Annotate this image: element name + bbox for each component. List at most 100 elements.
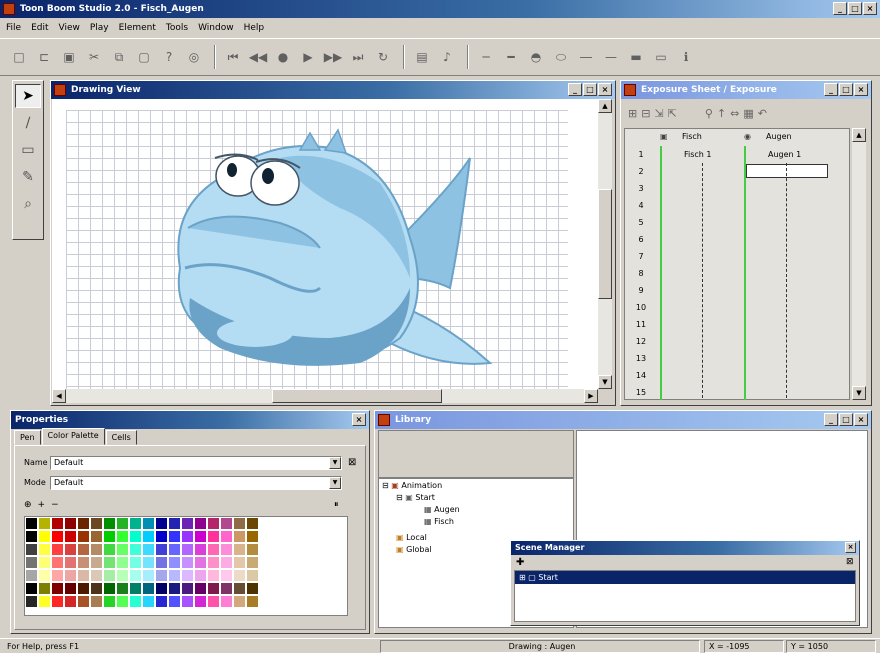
color-swatch[interactable]	[91, 596, 102, 607]
color-swatch[interactable]	[130, 544, 141, 555]
selected-cell[interactable]	[746, 164, 828, 178]
color-swatch[interactable]	[169, 544, 180, 555]
color-swatch[interactable]	[26, 518, 37, 529]
menu-window[interactable]: Window	[198, 23, 234, 33]
drawing-vertical-scrollbar[interactable]: ▲ ▼	[598, 99, 612, 389]
color-swatch[interactable]	[195, 596, 206, 607]
color-swatch[interactable]	[247, 518, 258, 529]
color-swatch[interactable]	[195, 570, 206, 581]
color-swatch[interactable]	[182, 596, 193, 607]
drawing-close-button[interactable]: ×	[598, 83, 612, 96]
add-column-icon[interactable]: ⊞	[628, 107, 637, 120]
previous-frame-icon[interactable]: ◀◀	[247, 46, 269, 68]
play-icon[interactable]: ▶	[297, 46, 319, 68]
loop-icon[interactable]: ↻	[372, 46, 394, 68]
color-swatch[interactable]	[130, 531, 141, 542]
color-swatch[interactable]	[104, 557, 115, 568]
color-swatch[interactable]	[91, 583, 102, 594]
palette-name-field[interactable]: Default ▼	[50, 456, 342, 470]
copy-icon[interactable]: ⧉	[108, 46, 130, 68]
color-swatch[interactable]	[52, 570, 63, 581]
xsheet-close-button[interactable]: ×	[854, 83, 868, 96]
color-swatch[interactable]	[221, 583, 232, 594]
menu-tools[interactable]: Tools	[166, 23, 188, 33]
color-swatch[interactable]	[78, 531, 89, 542]
drawing-minimize-button[interactable]: _	[568, 83, 582, 96]
bar-icon[interactable]: ▬	[625, 46, 647, 68]
color-swatch[interactable]	[117, 583, 128, 594]
zoom-tool-icon[interactable]: ⌕	[15, 192, 41, 216]
color-swatch[interactable]	[208, 531, 219, 542]
color-swatch[interactable]	[52, 544, 63, 555]
render-icon[interactable]: ▤	[411, 46, 433, 68]
scroll-thumb[interactable]	[272, 389, 442, 403]
color-swatch[interactable]	[39, 570, 50, 581]
menu-element[interactable]: Element	[119, 23, 156, 33]
color-swatch[interactable]	[65, 570, 76, 581]
stroke-icon[interactable]: —	[600, 46, 622, 68]
color-swatch[interactable]	[65, 531, 76, 542]
color-swatch[interactable]	[78, 518, 89, 529]
color-swatch[interactable]	[78, 596, 89, 607]
new-icon[interactable]: □	[8, 46, 30, 68]
help-icon[interactable]: ?	[158, 46, 180, 68]
add-color-icon[interactable]: +	[38, 500, 46, 510]
color-swatch[interactable]	[143, 596, 154, 607]
sound-icon[interactable]: ♪	[436, 46, 458, 68]
undo-icon[interactable]: ↶	[758, 107, 767, 120]
color-swatch[interactable]	[65, 518, 76, 529]
tree-item-local[interactable]: ▣ Local	[396, 533, 427, 542]
menu-file[interactable]: File	[6, 23, 21, 33]
color-swatch[interactable]	[104, 596, 115, 607]
scroll-down-arrow[interactable]: ▼	[852, 386, 866, 400]
rect-icon[interactable]: ▭	[650, 46, 672, 68]
color-swatch[interactable]	[143, 557, 154, 568]
color-swatch[interactable]	[182, 544, 193, 555]
color-swatch[interactable]	[91, 570, 102, 581]
library-close-button[interactable]: ×	[854, 413, 868, 426]
last-frame-icon[interactable]: ⏭	[347, 46, 369, 68]
color-swatch[interactable]	[91, 518, 102, 529]
drawing-horizontal-scrollbar[interactable]: ◀ ▶	[52, 389, 598, 403]
color-swatch[interactable]	[78, 570, 89, 581]
grid-icon[interactable]: ▦	[743, 107, 753, 120]
scroll-down-arrow[interactable]: ▼	[598, 375, 612, 389]
remove-color-icon[interactable]: −	[51, 500, 59, 510]
color-swatch[interactable]	[117, 518, 128, 529]
color-swatch[interactable]	[65, 583, 76, 594]
preview-icon[interactable]: ◎	[183, 46, 205, 68]
chevron-down-icon[interactable]: ▼	[329, 477, 341, 489]
color-swatch[interactable]	[234, 544, 245, 555]
color-swatch[interactable]	[104, 583, 115, 594]
scroll-right-arrow[interactable]: ▶	[584, 389, 598, 403]
color-swatch[interactable]	[117, 531, 128, 542]
color-swatch[interactable]	[91, 557, 102, 568]
color-swatch[interactable]	[143, 531, 154, 542]
color-swatch[interactable]	[156, 570, 167, 581]
color-swatch[interactable]	[247, 531, 258, 542]
color-swatch[interactable]	[169, 557, 180, 568]
color-swatch[interactable]	[39, 583, 50, 594]
color-swatch[interactable]	[26, 570, 37, 581]
pencil-tool-icon[interactable]: ✎	[15, 165, 41, 189]
xsheet-minimize-button[interactable]: _	[824, 83, 838, 96]
color-swatch[interactable]	[195, 518, 206, 529]
tree-item-start[interactable]: ⊟ ▣ Start	[396, 493, 435, 502]
color-swatch[interactable]	[182, 570, 193, 581]
color-swatch[interactable]	[208, 544, 219, 555]
color-swatch[interactable]	[52, 531, 63, 542]
color-swatch[interactable]	[143, 518, 154, 529]
menu-play[interactable]: Play	[90, 23, 109, 33]
color-swatch[interactable]	[26, 596, 37, 607]
color-swatch[interactable]	[221, 518, 232, 529]
color-swatch[interactable]	[234, 557, 245, 568]
color-swatch[interactable]	[104, 531, 115, 542]
color-swatch[interactable]	[91, 544, 102, 555]
cell-fisch-1[interactable]: Fisch 1	[684, 150, 712, 159]
color-swatch[interactable]	[39, 531, 50, 542]
paste-icon[interactable]: ▢	[133, 46, 155, 68]
color-swatch[interactable]	[117, 570, 128, 581]
color-swatch[interactable]	[117, 544, 128, 555]
save-icon[interactable]: ▣	[58, 46, 80, 68]
color-swatch[interactable]	[182, 557, 193, 568]
